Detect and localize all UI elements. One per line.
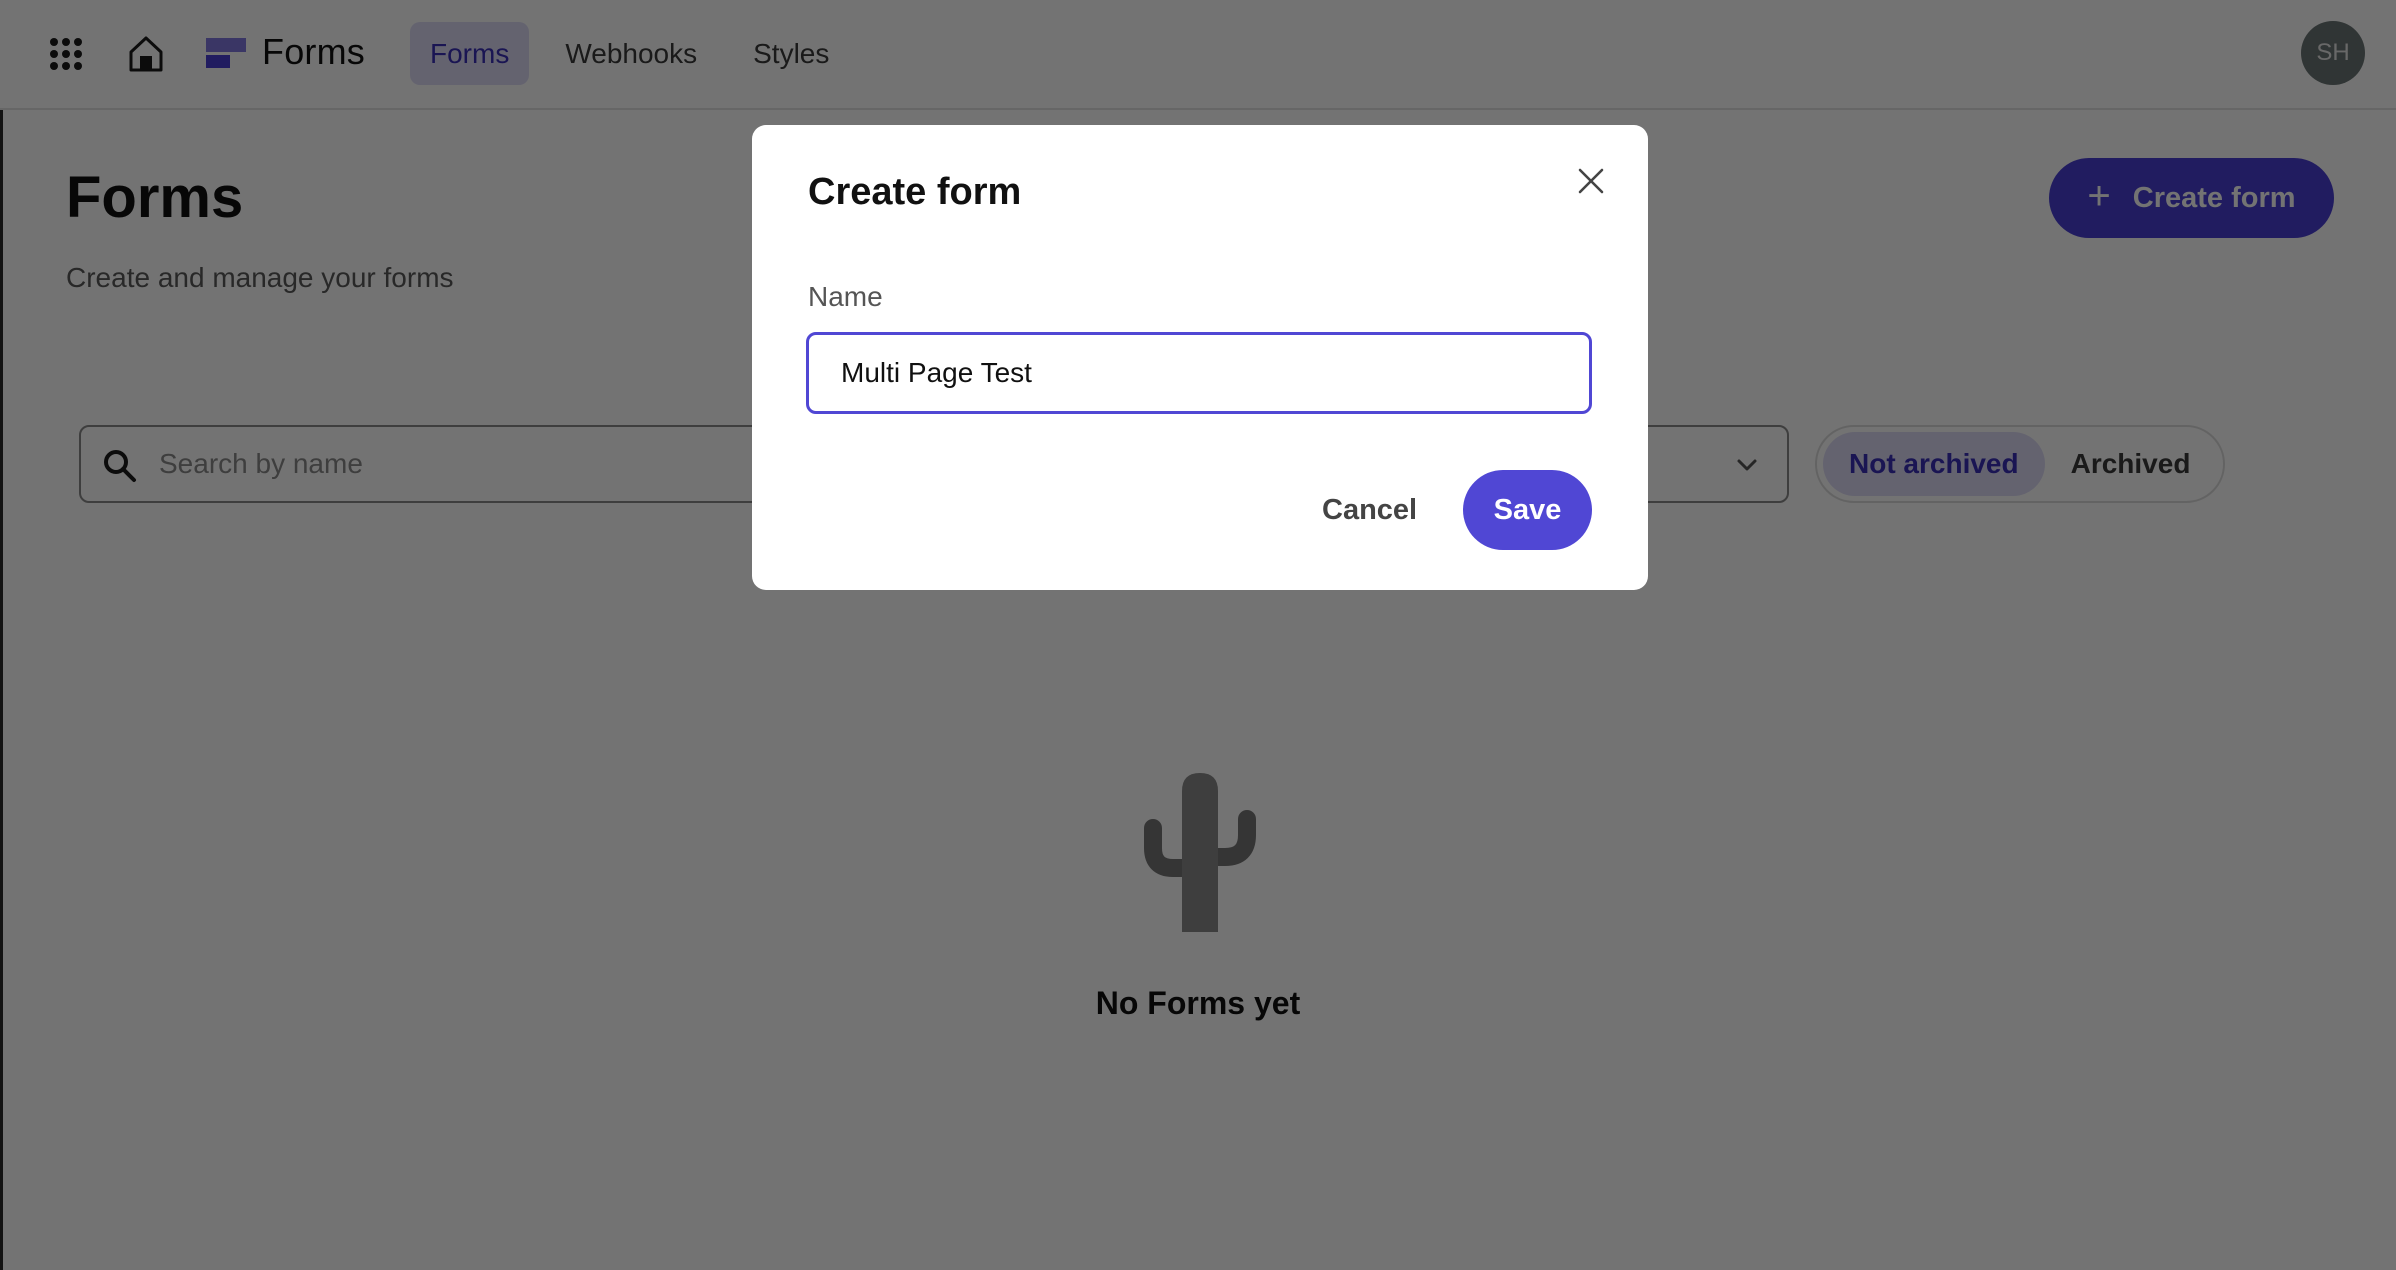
dialog-title: Create form (808, 171, 1022, 213)
close-button[interactable] (1575, 165, 1607, 197)
close-icon (1578, 168, 1604, 194)
name-field-label: Name (808, 281, 883, 312)
cancel-button[interactable]: Cancel (1312, 470, 1427, 550)
name-input[interactable] (806, 332, 1592, 414)
save-button[interactable]: Save (1463, 470, 1592, 550)
create-form-dialog: Create form Name Cancel Save (752, 125, 1648, 590)
